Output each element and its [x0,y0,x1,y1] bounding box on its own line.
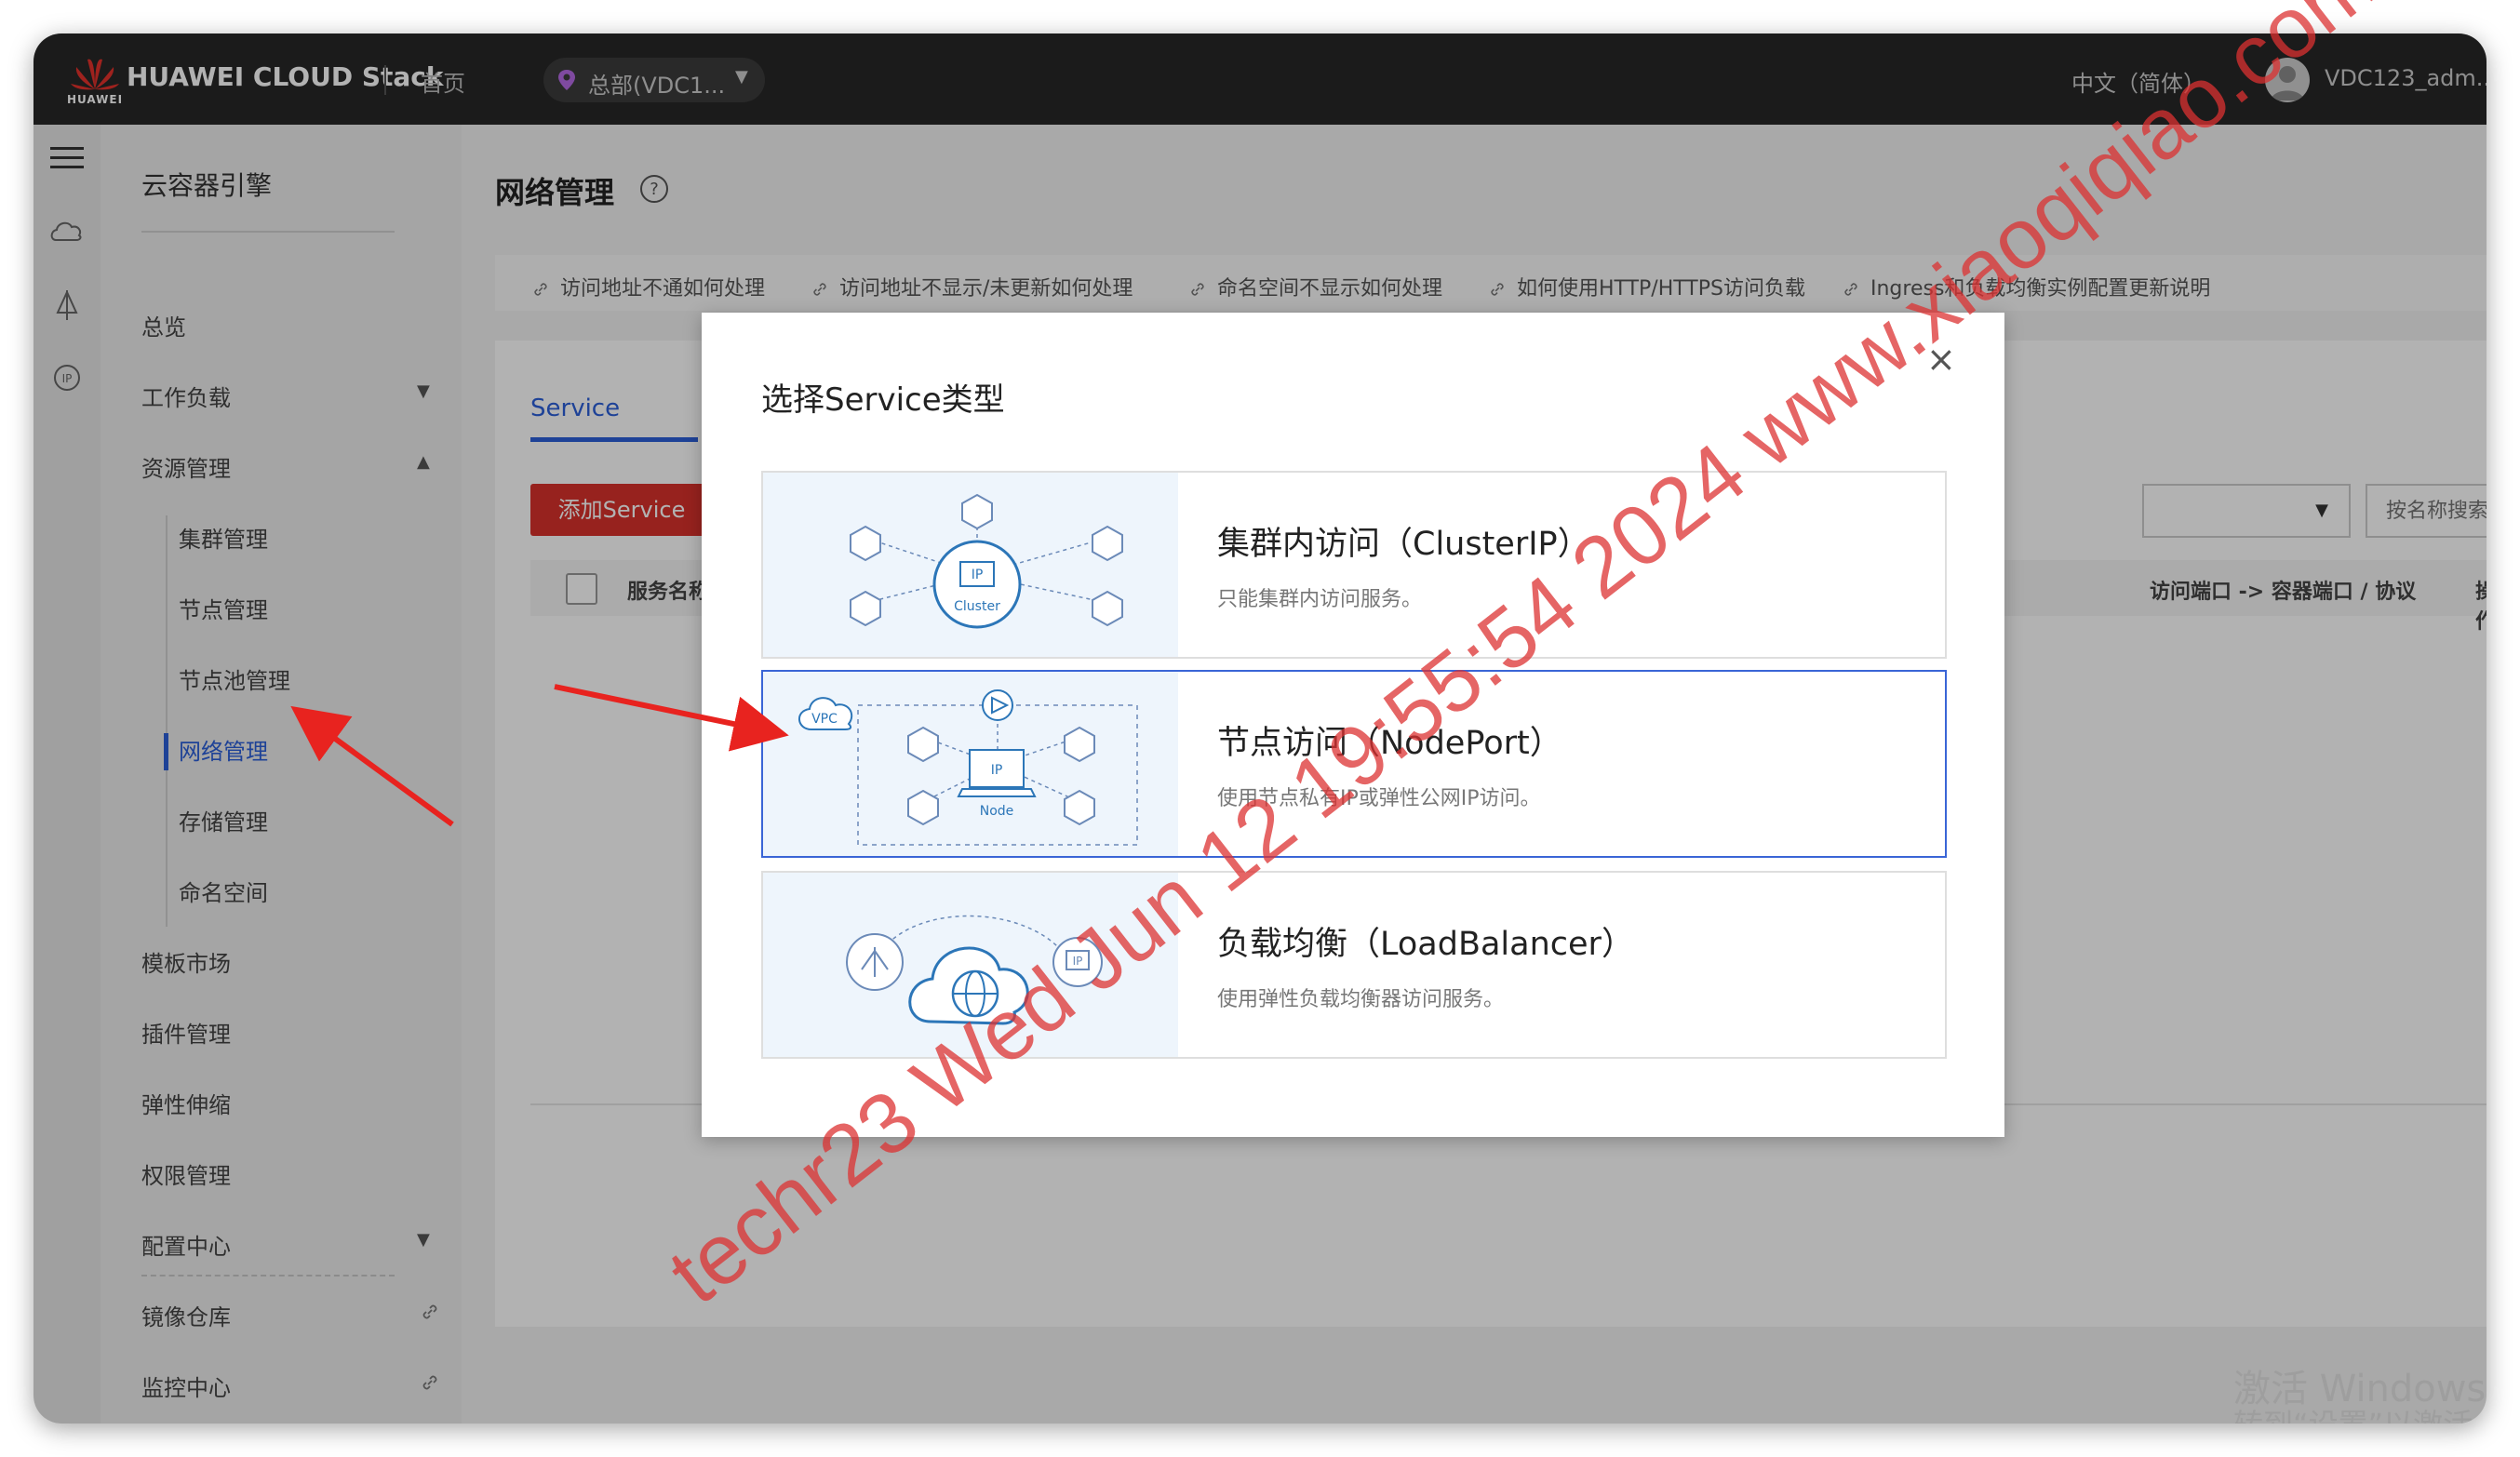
node-diagram-icon: VPC IP Node [763,672,1178,856]
badge-node: Node [980,804,1014,819]
dialog-title: 选择Service类型 [761,381,1005,419]
badge-vpc: VPC [811,712,838,727]
option-title: 负载均衡（LoadBalancer） [1217,926,1634,963]
option-description: 使用弹性负载均衡器访问服务。 [1217,988,1505,1011]
option-description: 只能集群内访问服务。 [1217,588,1423,611]
cluster-diagram-icon: IP Cluster [763,473,1178,657]
app-window: HUAWEI HUAWEI CLOUD Stack 首页 总部(VDC1... … [34,33,2486,1424]
badge-ip: IP [972,568,984,582]
badge-cluster: Cluster [954,599,1000,614]
windows-activation-hint: 转到“设置”以激活 Win [2233,1401,2486,1424]
badge-ip: IP [991,763,1003,778]
option-clusterip[interactable]: IP Cluster 集群内访问（ClusterIP） 只能集群内访问服务。 [761,471,1947,659]
